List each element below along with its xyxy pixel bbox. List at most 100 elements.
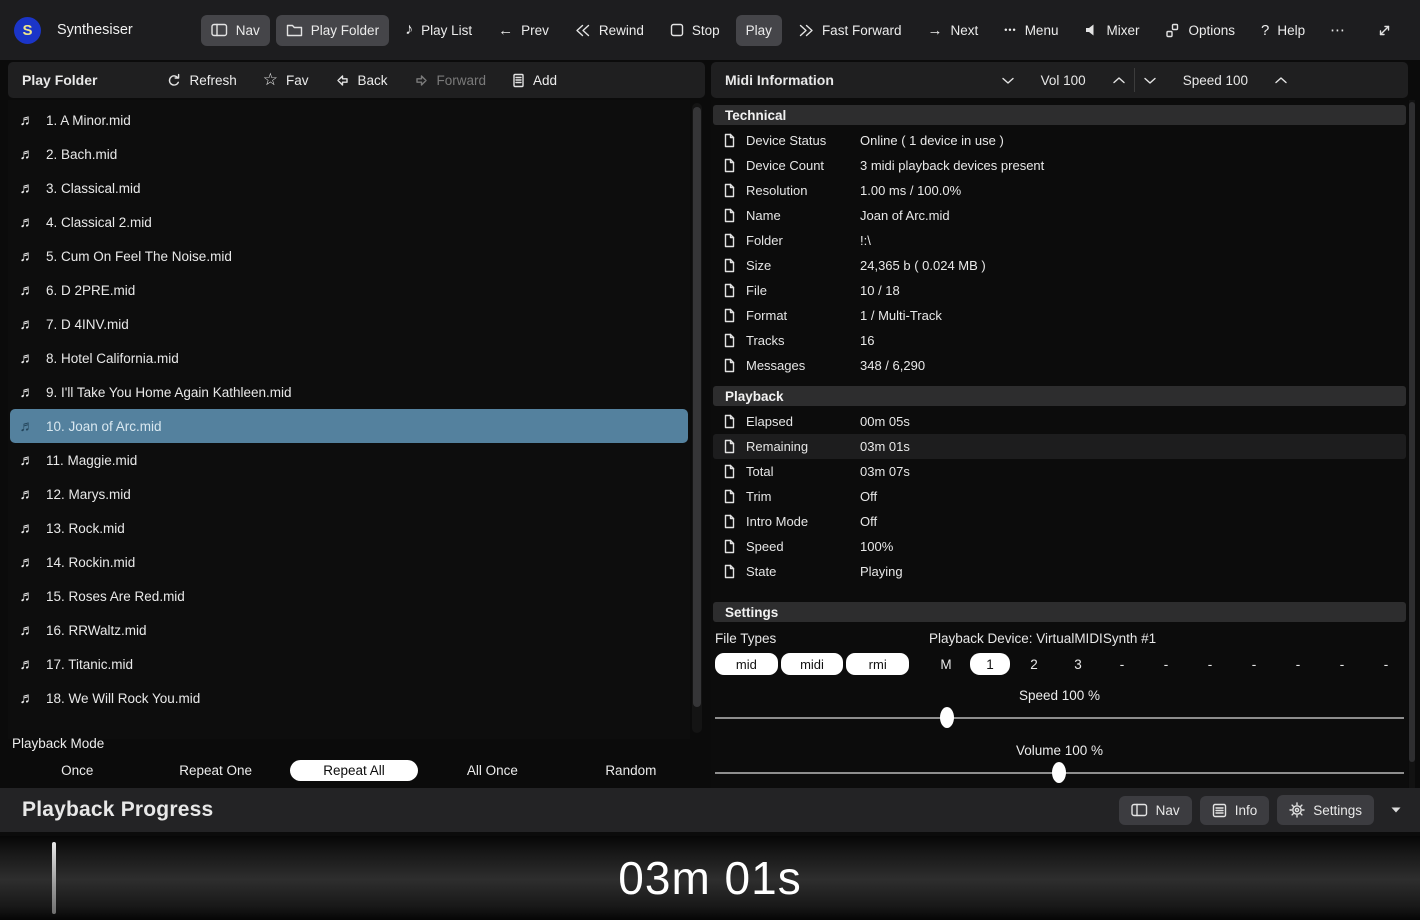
file-name: 13. Rock.mid	[46, 521, 125, 536]
device-slot-empty[interactable]: -	[1320, 653, 1364, 675]
device-slot-empty[interactable]: -	[1144, 653, 1188, 675]
play-button[interactable]: Play	[736, 15, 782, 46]
list-item[interactable]: ♬15. Roses Are Red.mid	[10, 579, 688, 613]
bottom-settings-button[interactable]: Settings	[1277, 795, 1374, 825]
refresh-button[interactable]: Refresh	[167, 73, 236, 88]
file-type-and-device-row: mid midi rmi M 1 2 3 - - - - - - -	[711, 653, 1408, 675]
list-item[interactable]: ♬8. Hotel California.mid	[10, 341, 688, 375]
device-slot-3[interactable]: 3	[1056, 653, 1100, 675]
mode-repeat-one[interactable]: Repeat One	[173, 760, 258, 781]
bottom-nav-button[interactable]: Nav	[1119, 796, 1192, 825]
file-name: 10. Joan of Arc.mid	[46, 419, 162, 434]
list-item[interactable]: ♬14. Rockin.mid	[10, 545, 688, 579]
file-name: 18. We Will Rock You.mid	[46, 691, 200, 706]
mode-all-once[interactable]: All Once	[461, 760, 524, 781]
more-button[interactable]: ⋯	[1315, 13, 1361, 47]
device-slot-empty[interactable]: -	[1276, 653, 1320, 675]
gear-icon	[1289, 802, 1305, 818]
divider	[1134, 68, 1135, 92]
playback-mode-label: Playback Mode	[12, 736, 104, 751]
play-list-button[interactable]: ♪ Play List	[395, 13, 482, 47]
volume-down-chevron-icon[interactable]	[1001, 76, 1015, 85]
stop-button[interactable]: Stop	[660, 15, 730, 46]
nav-button[interactable]: Nav	[201, 15, 270, 46]
document-icon	[723, 464, 736, 479]
list-item[interactable]: ♬13. Rock.mid	[10, 511, 688, 545]
fav-button[interactable]: ☆ Fav	[263, 70, 309, 90]
info-label: File	[746, 283, 850, 298]
play-label: Play	[746, 23, 772, 38]
list-item[interactable]: ♬2. Bach.mid	[10, 137, 688, 171]
help-button[interactable]: ? Help	[1251, 14, 1315, 47]
info-panel-scrollbar[interactable]	[1409, 100, 1415, 788]
info-label: Elapsed	[746, 414, 850, 429]
add-button[interactable]: Add	[512, 73, 557, 88]
speed-up-chevron-icon[interactable]	[1274, 76, 1288, 85]
volume-slider-thumb[interactable]	[1052, 762, 1066, 783]
volume-up-chevron-icon[interactable]	[1112, 76, 1126, 85]
list-item[interactable]: ♬1. A Minor.mid	[10, 103, 688, 137]
mode-repeat-all[interactable]: Repeat All	[290, 760, 418, 781]
forward-button[interactable]: Forward	[414, 73, 487, 88]
file-type-rmi[interactable]: rmi	[846, 653, 909, 675]
options-button[interactable]: Options	[1155, 15, 1245, 46]
rewind-button[interactable]: Rewind	[565, 15, 654, 46]
list-item-selected[interactable]: ♬10. Joan of Arc.mid	[10, 409, 688, 443]
file-type-midi[interactable]: midi	[781, 653, 844, 675]
device-slot-2[interactable]: 2	[1012, 653, 1056, 675]
speed-slider-label: Speed 100 %	[711, 688, 1408, 703]
dropdown-caret-icon[interactable]	[1390, 806, 1402, 814]
list-item[interactable]: ♬4. Classical 2.mid	[10, 205, 688, 239]
speed-down-chevron-icon[interactable]	[1143, 76, 1157, 85]
file-name: 16. RRWaltz.mid	[46, 623, 147, 638]
speed-slider-thumb[interactable]	[940, 707, 954, 728]
info-value: !:\	[860, 233, 871, 248]
device-slot-mapper[interactable]: M	[924, 653, 968, 675]
progress-position-marker[interactable]	[52, 842, 56, 914]
speed-slider[interactable]	[715, 706, 1404, 730]
prev-button[interactable]: ← Prev	[488, 15, 559, 46]
document-icon	[723, 564, 736, 579]
menu-button[interactable]: ••• Menu	[994, 15, 1068, 46]
device-slot-empty[interactable]: -	[1100, 653, 1144, 675]
device-slot-1-active[interactable]: 1	[970, 653, 1010, 675]
list-item[interactable]: ♬11. Maggie.mid	[10, 443, 688, 477]
file-type-mid[interactable]: mid	[715, 653, 778, 675]
bottom-info-button[interactable]: Info	[1200, 796, 1270, 825]
file-name: 7. D 4INV.mid	[46, 317, 129, 332]
list-item[interactable]: ♬9. I'll Take You Home Again Kathleen.mi…	[10, 375, 688, 409]
mixer-button[interactable]: Mixer	[1074, 15, 1149, 46]
scrollbar-thumb[interactable]	[1409, 102, 1415, 762]
file-name: 5. Cum On Feel The Noise.mid	[46, 249, 232, 264]
list-item[interactable]: ♬3. Classical.mid	[10, 171, 688, 205]
fast-forward-button[interactable]: Fast Forward	[788, 15, 912, 46]
list-item[interactable]: ♬12. Marys.mid	[10, 477, 688, 511]
scrollbar-thumb[interactable]	[693, 107, 701, 707]
expand-button[interactable]	[1361, 13, 1407, 47]
minimize-button[interactable]	[1407, 13, 1420, 47]
info-value: 1 / Multi-Track	[860, 308, 942, 323]
file-name: 9. I'll Take You Home Again Kathleen.mid	[46, 385, 292, 400]
mode-random[interactable]: Random	[599, 760, 662, 781]
list-item[interactable]: ♬5. Cum On Feel The Noise.mid	[10, 239, 688, 273]
list-item[interactable]: ♬16. RRWaltz.mid	[10, 613, 688, 647]
info-row: Tracks16	[713, 328, 1406, 353]
play-folder-button[interactable]: Play Folder	[276, 15, 389, 46]
next-button[interactable]: → Next	[917, 15, 988, 46]
playback-progress-display[interactable]: 03m 01s	[0, 836, 1420, 920]
arrow-right-icon: →	[927, 23, 942, 38]
device-slot-empty[interactable]: -	[1364, 653, 1408, 675]
app-title: Synthesiser	[57, 22, 133, 38]
back-button[interactable]: Back	[335, 73, 388, 88]
file-list-scrollbar[interactable]	[692, 103, 702, 733]
list-item[interactable]: ♬6. D 2PRE.mid	[10, 273, 688, 307]
device-slot-empty[interactable]: -	[1232, 653, 1276, 675]
device-slot-empty[interactable]: -	[1188, 653, 1232, 675]
back-label: Back	[358, 73, 388, 88]
list-item[interactable]: ♬17. Titanic.mid	[10, 647, 688, 681]
volume-slider[interactable]	[715, 761, 1404, 785]
list-item[interactable]: ♬18. We Will Rock You.mid	[10, 681, 688, 715]
list-item[interactable]: ♬7. D 4INV.mid	[10, 307, 688, 341]
right-panel-title[interactable]: Midi Information	[725, 72, 834, 88]
mode-once[interactable]: Once	[55, 760, 99, 781]
